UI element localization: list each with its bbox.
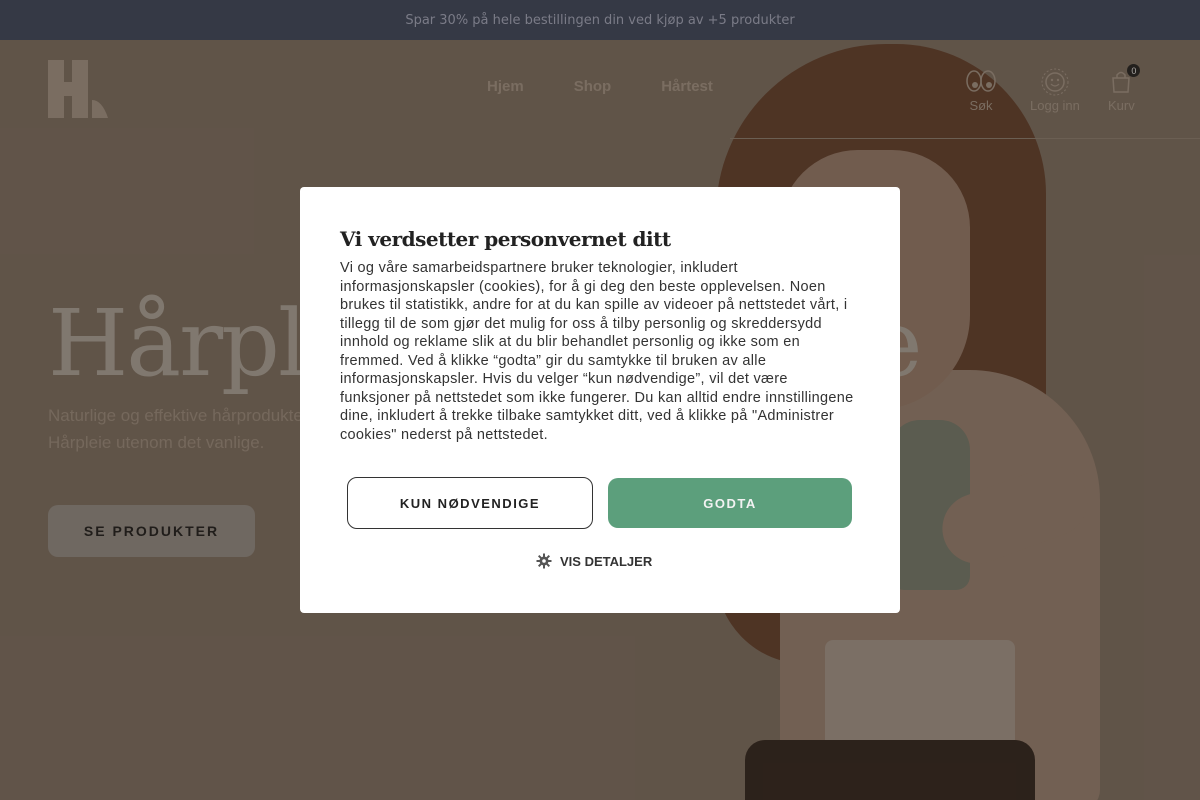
cookie-modal-title: Vi verdsetter personvernet ditt	[340, 227, 671, 251]
show-details-link[interactable]: VIS DETALJER	[536, 553, 652, 569]
gear-icon	[536, 553, 552, 569]
cookie-modal: Vi verdsetter personvernet ditt Vi og vå…	[300, 187, 900, 613]
accept-button[interactable]: GODTA	[608, 478, 852, 528]
cookie-modal-body: Vi og våre samarbeidspartnere bruker tek…	[340, 260, 854, 443]
show-details-label: VIS DETALJER	[560, 553, 653, 569]
necessary-only-button[interactable]: KUN NØDVENDIGE	[347, 477, 593, 529]
